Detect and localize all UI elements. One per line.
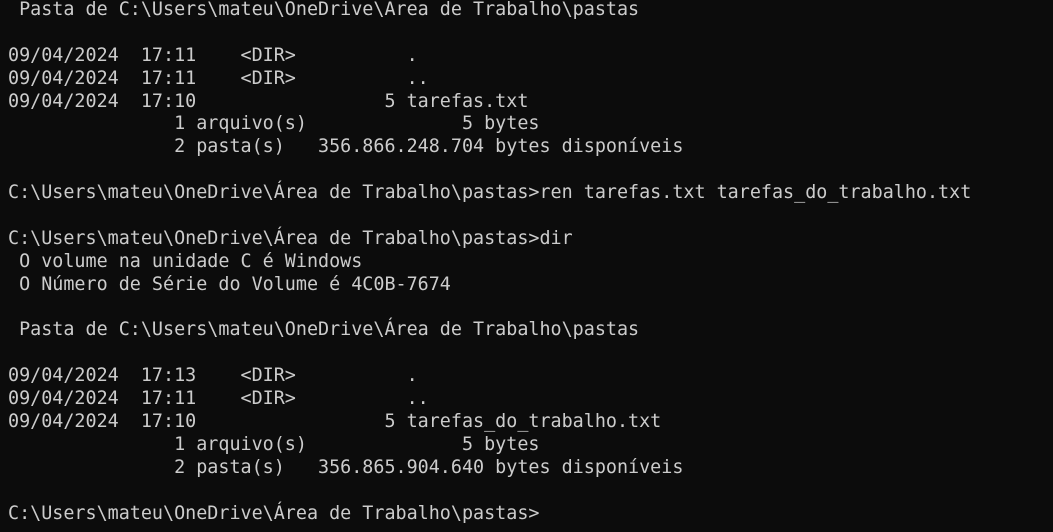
file-entry: 09/04/2024 17:10 5 tarefas_do_trabalho.t… <box>8 411 662 433</box>
dir-entry-parent: 09/04/2024 17:11 <DIR> .. <box>8 388 429 410</box>
file-count-summary: 1 arquivo(s) 5 bytes <box>8 433 540 455</box>
volume-serial-line: O Número de Série do Volume é 4C0B-7674 <box>8 273 451 295</box>
dir-entry-current: 09/04/2024 17:11 <DIR> . <box>8 44 418 66</box>
volume-label-line: O volume na unidade C é Windows <box>8 250 363 272</box>
file-count-summary: 1 arquivo(s) 5 bytes <box>8 113 540 135</box>
text-cursor <box>539 515 550 519</box>
prompt-text: C:\Users\mateu\OneDrive\Área de Trabalho… <box>8 502 540 524</box>
folder-count-summary: 2 pasta(s) 356.865.904.640 bytes disponí… <box>8 456 684 478</box>
dir-entry-parent: 09/04/2024 17:11 <DIR> .. <box>8 67 429 89</box>
command-line-dir: C:\Users\mateu\OneDrive\Área de Trabalho… <box>8 227 573 249</box>
terminal-output[interactable]: Pasta de C:\Users\mateu\OneDrive\Área de… <box>8 0 1053 532</box>
dir-header-line: Pasta de C:\Users\mateu\OneDrive\Área de… <box>8 0 640 20</box>
folder-count-summary: 2 pasta(s) 356.866.248.704 bytes disponí… <box>8 136 684 158</box>
dir-header-line: Pasta de C:\Users\mateu\OneDrive\Área de… <box>8 319 640 341</box>
file-entry: 09/04/2024 17:10 5 tarefas.txt <box>8 90 529 112</box>
dir-entry-current: 09/04/2024 17:13 <DIR> . <box>8 365 418 387</box>
command-line-ren: C:\Users\mateu\OneDrive\Área de Trabalho… <box>8 182 972 204</box>
command-prompt[interactable]: C:\Users\mateu\OneDrive\Área de Trabalho… <box>8 503 1053 526</box>
